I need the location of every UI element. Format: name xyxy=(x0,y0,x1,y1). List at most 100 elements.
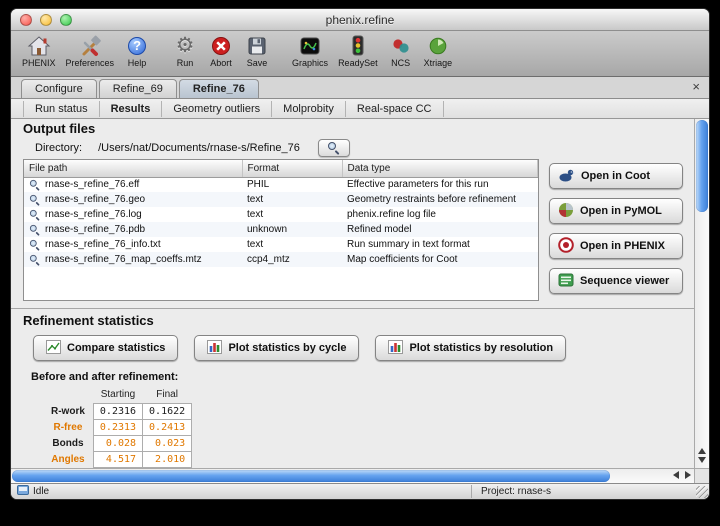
compare-chart-icon xyxy=(46,340,61,357)
minimize-window-button[interactable] xyxy=(40,14,52,26)
toolbar-button-save[interactable]: Save xyxy=(239,33,275,68)
toolbar-button-preferences[interactable]: Preferences xyxy=(61,33,120,68)
coot-bird-icon xyxy=(558,168,575,185)
subtab-run-status[interactable]: Run status xyxy=(23,101,100,117)
toolbar-button-help[interactable]: ? Help xyxy=(119,33,155,68)
home-icon xyxy=(26,33,52,58)
toolbar-button-ncs[interactable]: NCS xyxy=(383,33,419,68)
subtab-geometry-outliers[interactable]: Geometry outliers xyxy=(162,101,272,117)
plot-statistics-by-cycle-button[interactable]: Plot statistics by cycle xyxy=(194,335,359,361)
status-divider xyxy=(471,485,472,498)
bar-chart-icon xyxy=(388,340,403,357)
column-starting: Starting xyxy=(93,387,142,403)
stats-row-bonds: Bonds 0.028 0.023 xyxy=(47,435,192,451)
stat-label: Bonds xyxy=(47,435,93,451)
button-label: Plot statistics by resolution xyxy=(409,342,553,354)
stat-final-value: 2.010 xyxy=(143,451,192,467)
file-type: Run summary in text format xyxy=(342,237,538,252)
file-name: rnase-s_refine_76.geo xyxy=(45,194,145,205)
tab-refine-69[interactable]: Refine_69 xyxy=(99,79,177,98)
toolbar-button-abort[interactable]: Abort xyxy=(203,33,239,68)
column-data-type[interactable]: Data type xyxy=(342,160,538,177)
subtab-results[interactable]: Results xyxy=(100,101,163,117)
toolbar-button-phenix[interactable]: PHENIX xyxy=(17,33,61,68)
table-row[interactable]: rnase-s_refine_76.pdb unknown Refined mo… xyxy=(24,222,538,237)
open-in-phenix-button[interactable]: Open in PHENIX xyxy=(549,233,683,259)
pymol-icon xyxy=(558,202,574,221)
tab-configure[interactable]: Configure xyxy=(21,79,97,98)
scroll-right-arrow-icon[interactable] xyxy=(685,471,691,479)
refinement-statistics-heading: Refinement statistics xyxy=(23,313,154,328)
graphics-icon xyxy=(297,33,323,58)
button-label: Open in PyMOL xyxy=(580,205,662,217)
toolbar-button-readyset[interactable]: ReadySet xyxy=(333,33,383,68)
close-tab-icon[interactable]: × xyxy=(692,80,700,94)
file-name: rnase-s_refine_76.eff xyxy=(45,179,139,190)
file-format: text xyxy=(242,207,342,222)
button-label: Compare statistics xyxy=(67,342,165,354)
file-name: rnase-s_refine_76.log xyxy=(45,209,142,220)
magnifier-icon xyxy=(30,239,40,249)
toolbar-label: PHENIX xyxy=(22,58,56,68)
file-type: Effective parameters for this run xyxy=(342,177,538,192)
subtab-bar: Run status Results Geometry outliers Mol… xyxy=(11,99,709,119)
gear-icon: ⚙ xyxy=(176,35,195,56)
plot-statistics-by-resolution-button[interactable]: Plot statistics by resolution xyxy=(375,335,566,361)
file-name: rnase-s_refine_76_info.txt xyxy=(45,239,161,250)
resize-grip[interactable] xyxy=(696,486,708,498)
table-row[interactable]: rnase-s_refine_76_info.txt text Run summ… xyxy=(24,237,538,252)
table-row[interactable]: rnase-s_refine_76_map_coeffs.mtz ccp4_mt… xyxy=(24,252,538,267)
file-format: ccp4_mtz xyxy=(242,252,342,267)
subtab-real-space-cc[interactable]: Real-space CC xyxy=(346,101,444,117)
refinement-stats-table: Starting Final R-work 0.2316 0.1622 R-fr… xyxy=(47,387,192,468)
close-window-button[interactable] xyxy=(20,14,32,26)
scroll-up-arrow-icon[interactable] xyxy=(698,448,706,454)
table-row[interactable]: rnase-s_refine_76.log text phenix.refine… xyxy=(24,207,538,222)
subtab-molprobity[interactable]: Molprobity xyxy=(272,101,346,117)
window-title: phenix.refine xyxy=(326,13,395,27)
output-files-panel: File path Format Data type rnase-s_refin… xyxy=(23,159,539,301)
tab-bar: Configure Refine_69 Refine_76 × xyxy=(11,77,709,99)
vertical-scrollbar-thumb[interactable] xyxy=(696,120,708,212)
project-label: Project: rnase-s xyxy=(481,486,551,497)
file-name: rnase-s_refine_76.pdb xyxy=(45,224,145,235)
directory-path: /Users/nat/Documents/rnase-s/Refine_76 xyxy=(98,142,300,154)
toolbar-button-graphics[interactable]: Graphics xyxy=(287,33,333,68)
toolbar-label: Graphics xyxy=(292,58,328,68)
table-row[interactable]: rnase-s_refine_76.eff PHIL Effective par… xyxy=(24,177,538,192)
file-name: rnase-s_refine_76_map_coeffs.mtz xyxy=(45,254,202,265)
vertical-scrollbar[interactable] xyxy=(694,119,709,468)
open-in-pymol-button[interactable]: Open in PyMOL xyxy=(549,198,683,224)
before-after-label: Before and after refinement: xyxy=(31,371,178,383)
content-scroll-area: Output files Directory: /Users/nat/Docum… xyxy=(11,119,694,468)
toolbar-label: Run xyxy=(177,58,194,68)
column-file-path[interactable]: File path xyxy=(24,160,242,177)
scroll-left-arrow-icon[interactable] xyxy=(673,471,679,479)
stat-starting-value: 0.2316 xyxy=(93,403,142,419)
results-page: Output files Directory: /Users/nat/Docum… xyxy=(11,119,709,483)
status-bar: Idle Project: rnase-s xyxy=(11,483,709,499)
compare-statistics-button[interactable]: Compare statistics xyxy=(33,335,178,361)
toolbar-button-xtriage[interactable]: Xtriage xyxy=(419,33,458,68)
open-in-coot-button[interactable]: Open in Coot xyxy=(549,163,683,189)
titlebar: phenix.refine xyxy=(11,9,709,31)
save-icon xyxy=(244,33,270,58)
column-format[interactable]: Format xyxy=(242,160,342,177)
tab-refine-76[interactable]: Refine_76 xyxy=(179,79,259,98)
scroll-down-arrow-icon[interactable] xyxy=(698,457,706,463)
magnifier-icon xyxy=(30,194,40,204)
horizontal-scrollbar[interactable] xyxy=(11,468,694,483)
stat-starting-value: 0.028 xyxy=(93,435,142,451)
stat-label: Angles xyxy=(47,451,93,467)
viewer-buttons: Open in Coot Open in PyMOL Open in PHENI… xyxy=(549,163,683,294)
toolbar-label: Preferences xyxy=(66,58,115,68)
zoom-window-button[interactable] xyxy=(60,14,72,26)
browse-directory-button[interactable] xyxy=(318,139,350,157)
toolbar-button-run[interactable]: ⚙ Run xyxy=(167,33,203,68)
directory-label: Directory: xyxy=(35,142,82,154)
stats-row-r-free: R-free 0.2313 0.2413 xyxy=(47,419,192,435)
table-row[interactable]: rnase-s_refine_76.geo text Geometry rest… xyxy=(24,192,538,207)
horizontal-scrollbar-thumb[interactable] xyxy=(12,470,610,482)
sequence-viewer-button[interactable]: Sequence viewer xyxy=(549,268,683,294)
file-format: unknown xyxy=(242,222,342,237)
